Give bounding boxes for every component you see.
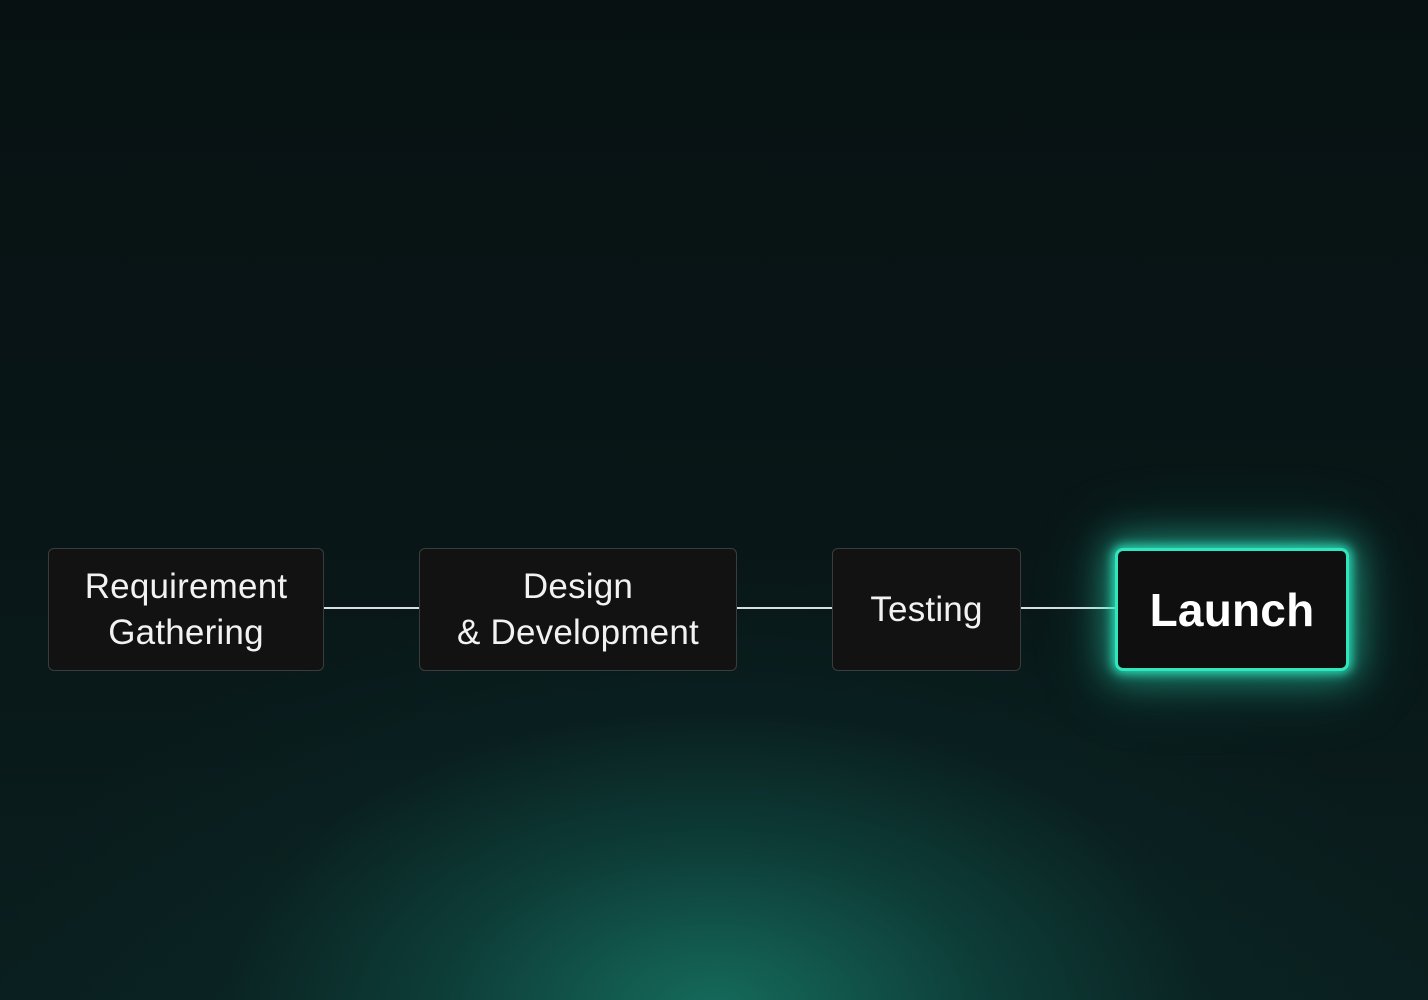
step-label: Testing [870, 589, 983, 629]
process-flow-diagram: Requirement Gathering Design & Developme… [0, 0, 1428, 1000]
step-label: Design & Development [457, 566, 699, 652]
step-requirement-gathering: Requirement Gathering [48, 548, 324, 671]
step-label: Launch [1149, 583, 1315, 636]
step-design-development: Design & Development [419, 548, 737, 671]
connector-line-3 [1020, 607, 1117, 609]
connector-line-2 [736, 607, 833, 609]
connector-line-1 [323, 607, 420, 609]
step-launch-active: Launch [1115, 548, 1349, 671]
step-testing: Testing [832, 548, 1021, 671]
step-label: Requirement Gathering [84, 566, 288, 652]
